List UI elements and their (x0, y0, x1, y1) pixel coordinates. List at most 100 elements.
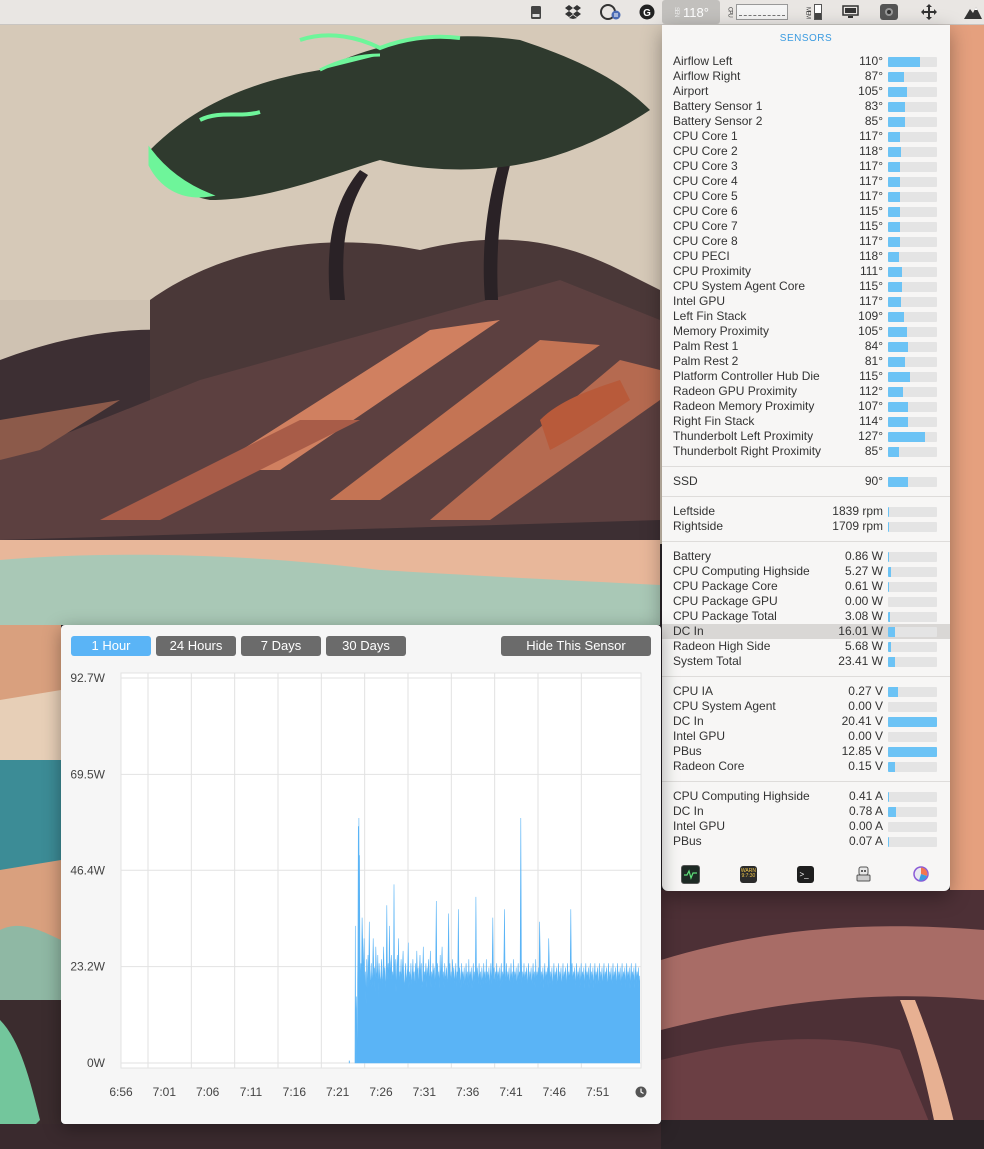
temp-sensor-row[interactable]: Memory Proximity 105° (662, 324, 950, 339)
sensor-level-fill (888, 327, 907, 337)
move-resize-icon[interactable] (918, 0, 940, 24)
voltage-sensor-row[interactable]: Intel GPU 0.00 V (662, 729, 950, 744)
temp-sensor-row[interactable]: Palm Rest 1 84° (662, 339, 950, 354)
fan-sensor-row[interactable]: Rightside 1709 rpm (662, 519, 950, 534)
power-sensor-row[interactable]: Radeon High Side 5.68 W (662, 639, 950, 654)
display-icon[interactable] (840, 0, 860, 24)
storage-sensor-row[interactable]: SSD 90° (662, 474, 950, 489)
disk-icon[interactable] (528, 0, 544, 24)
sensor-value: 87° (864, 69, 883, 83)
temp-sensor-row[interactable]: CPU PECI 118° (662, 249, 950, 264)
temp-sensor-row[interactable]: Intel GPU 117° (662, 294, 950, 309)
sensor-level-bar (888, 102, 937, 112)
temp-sensor-row[interactable]: Battery Sensor 2 85° (662, 114, 950, 129)
activity-monitor-button[interactable] (662, 857, 720, 891)
sensor-name: CPU Core 1 (673, 129, 738, 143)
istat-menus-icon (913, 866, 930, 883)
temp-sensor-row[interactable]: Right Fin Stack 114° (662, 414, 950, 429)
voltage-sensor-row[interactable]: DC In 20.41 V (662, 714, 950, 729)
temp-sensor-row[interactable]: Airflow Left 110° (662, 54, 950, 69)
power-sensor-row[interactable]: CPU Package Core 0.61 W (662, 579, 950, 594)
power-history-chart: 0W 23.2W 46.4W 69.5W 92.7W 6:56 7:01 7:06 7:11 7… (70, 671, 647, 1099)
mountain-icon[interactable] (962, 0, 984, 24)
temp-sensor-row[interactable]: CPU Proximity 111° (662, 264, 950, 279)
cpu-menu[interactable]: CPU (726, 0, 788, 24)
sensor-level-bar (888, 402, 937, 412)
current-sensor-row[interactable]: CPU Computing Highside 0.41 A (662, 789, 950, 804)
temp-sensor-row[interactable]: CPU System Agent Core 115° (662, 279, 950, 294)
g-hub-icon[interactable]: G (638, 0, 656, 24)
voltage-sensor-row[interactable]: CPU IA 0.27 V (662, 684, 950, 699)
current-sensor-row[interactable]: Intel GPU 0.00 A (662, 819, 950, 834)
temp-sensor-row[interactable]: Radeon Memory Proximity 107° (662, 399, 950, 414)
temp-sensor-row[interactable]: Radeon GPU Proximity 112° (662, 384, 950, 399)
sensor-level-bar (888, 252, 937, 262)
temp-sensor-row[interactable]: CPU Core 1 117° (662, 129, 950, 144)
hide-sensor-button[interactable]: Hide This Sensor (501, 636, 651, 656)
sensor-name: CPU Core 7 (673, 219, 738, 233)
sensor-name: Radeon High Side (673, 639, 771, 653)
terminal-button[interactable]: >_ (777, 857, 835, 891)
dropbox-icon[interactable] (564, 0, 582, 24)
temp-sensor-row[interactable]: CPU Core 6 115° (662, 204, 950, 219)
voltage-sensor-row[interactable]: Radeon Core 0.15 V (662, 759, 950, 774)
power-sensor-row[interactable]: CPU Computing Highside 5.27 W (662, 564, 950, 579)
sensor-value: 118° (859, 144, 883, 158)
power-sensor-row[interactable]: Battery 0.86 W (662, 549, 950, 564)
camera-icon[interactable] (878, 0, 900, 24)
sensor-level-bar (888, 147, 937, 157)
sensor-name: CPU Core 4 (673, 174, 738, 188)
temp-sensor-row[interactable]: Thunderbolt Left Proximity 127° (662, 429, 950, 444)
power-sensor-row[interactable]: System Total 23.41 W (662, 654, 950, 669)
sensor-name: CPU Computing Highside (673, 564, 810, 578)
range-1-hour-button[interactable]: 1 Hour (71, 636, 151, 656)
power-sensor-row[interactable]: CPU Package GPU 0.00 W (662, 594, 950, 609)
temp-sensor-row[interactable]: CPU Core 3 117° (662, 159, 950, 174)
sensors-temperature-menu[interactable]: SEN 118° (662, 0, 720, 24)
temp-sensor-row[interactable]: CPU Core 8 117° (662, 234, 950, 249)
range-7-days-button[interactable]: 7 Days (241, 636, 321, 656)
fan-sensor-row[interactable]: Leftside 1839 rpm (662, 504, 950, 519)
current-sensor-row[interactable]: DC In 0.78 A (662, 804, 950, 819)
creative-cloud-icon[interactable] (598, 0, 622, 24)
temp-sensor-row[interactable]: CPU Core 7 115° (662, 219, 950, 234)
sensor-value: 0.27 V (848, 684, 883, 698)
sensor-value: 0.78 A (848, 804, 883, 818)
temp-sensor-row[interactable]: CPU Core 5 117° (662, 189, 950, 204)
voltage-sensor-row[interactable]: CPU System Agent 0.00 V (662, 699, 950, 714)
temp-sensor-row[interactable]: Airflow Right 87° (662, 69, 950, 84)
sensor-level-bar (888, 297, 937, 307)
temp-sensor-row[interactable]: Palm Rest 2 81° (662, 354, 950, 369)
power-sensor-row[interactable]: DC In 16.01 W (662, 624, 950, 639)
temp-sensor-row[interactable]: Platform Controller Hub Die 115° (662, 369, 950, 384)
sensor-level-bar (888, 312, 937, 322)
clock-icon[interactable] (635, 1086, 647, 1098)
range-24-hours-button[interactable]: 24 Hours (156, 636, 236, 656)
sensor-level-fill (888, 417, 908, 427)
sensor-level-fill (888, 237, 900, 247)
current-sensor-row[interactable]: PBus 0.07 A (662, 834, 950, 849)
temp-sensor-row[interactable]: CPU Core 2 118° (662, 144, 950, 159)
sensor-level-fill (888, 267, 902, 277)
sensor-level-fill (888, 612, 890, 622)
sensor-level-bar (888, 72, 937, 82)
temp-sensor-row[interactable]: Airport 105° (662, 84, 950, 99)
console-button[interactable]: WARN 9:7:30 (720, 857, 778, 891)
sensor-name: CPU System Agent Core (673, 279, 806, 293)
memory-menu[interactable]: MEM (800, 0, 826, 24)
range-30-days-button[interactable]: 30 Days (326, 636, 406, 656)
istat-menus-button[interactable] (892, 857, 950, 891)
temp-sensor-row[interactable]: CPU Core 4 117° (662, 174, 950, 189)
temp-sensor-row[interactable]: Left Fin Stack 109° (662, 309, 950, 324)
voltage-sensor-row[interactable]: PBus 12.85 V (662, 744, 950, 759)
y-tick-label: 23.2W (70, 960, 105, 974)
sensor-level-fill (888, 627, 895, 637)
sensor-name: CPU Core 3 (673, 159, 738, 173)
x-tick-label: 7:36 (456, 1085, 480, 1099)
temp-sensor-row[interactable]: Battery Sensor 1 83° (662, 99, 950, 114)
sensor-level-fill (888, 387, 903, 397)
temp-sensor-row[interactable]: Thunderbolt Right Proximity 85° (662, 444, 950, 459)
system-information-button[interactable] (835, 857, 893, 891)
power-sensor-row[interactable]: CPU Package Total 3.08 W (662, 609, 950, 624)
x-tick-label: 7:41 (499, 1085, 523, 1099)
